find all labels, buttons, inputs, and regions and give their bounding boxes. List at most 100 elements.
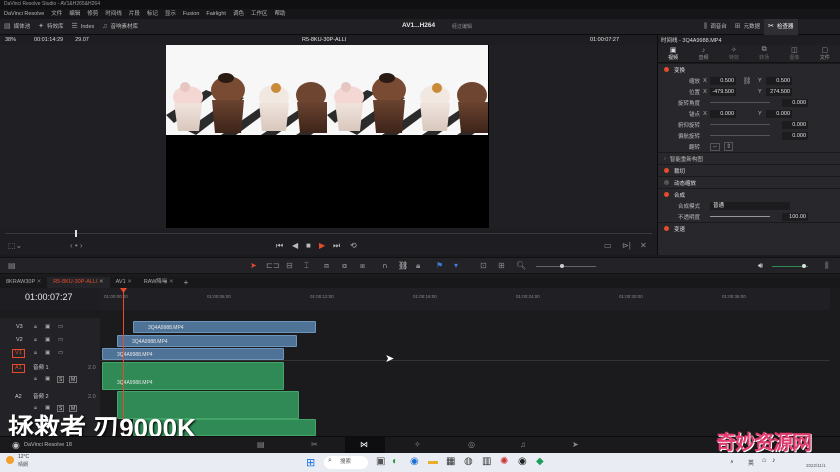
app-icon-3[interactable]: ✺	[500, 456, 508, 467]
speaker-icon[interactable]: ♪	[772, 457, 776, 464]
close-tab-icon[interactable]: ✕	[99, 279, 104, 285]
link-icon[interactable]: ⛓	[736, 77, 758, 85]
video-clip-v2[interactable]: 3Q4A9988.MP4	[117, 335, 297, 347]
edit-page-icon[interactable]: ⋈	[360, 440, 368, 449]
tray-chevron-icon[interactable]: ∧	[730, 459, 734, 465]
menu-item-file[interactable]: 文件	[51, 9, 62, 19]
rotation-slider[interactable]	[710, 102, 770, 103]
section-transform[interactable]: 变换	[658, 63, 840, 75]
ime-language[interactable]: 英	[748, 458, 754, 467]
tab-audio[interactable]: ♪ 音频	[698, 47, 708, 61]
menu-item-clip[interactable]: 片段	[129, 9, 140, 19]
menu-item-mark[interactable]: 标记	[147, 9, 158, 19]
lock-icon[interactable]: 🔒︎	[34, 321, 37, 334]
zoom-full-icon[interactable]: ⊡	[480, 261, 487, 270]
sound-library-button[interactable]: ♫ 音响素材库	[98, 19, 142, 35]
mixer-button[interactable]: ⫼ 调音台	[700, 19, 731, 35]
media-page-icon[interactable]: ▤	[257, 440, 265, 449]
color-page-icon[interactable]: ◎	[468, 440, 475, 449]
zoom-y-field[interactable]: 0.500	[766, 76, 792, 85]
opacity-field[interactable]: 100.00	[782, 212, 808, 221]
windows-start-icon[interactable]: ⊞	[306, 456, 315, 469]
weather-icon[interactable]	[6, 456, 14, 464]
menu-item-color[interactable]: 调色	[233, 9, 244, 19]
section-crop[interactable]: 裁切	[658, 164, 840, 176]
menu-item-fairlight[interactable]: Fairlight	[206, 9, 226, 19]
task-view-icon[interactable]: ▣	[376, 456, 385, 467]
menu-item-edit[interactable]: 编辑	[69, 9, 80, 19]
scrub-playhead[interactable]	[75, 230, 77, 237]
viewer-zoom[interactable]: 38%	[5, 35, 16, 45]
tab-video[interactable]: ▣ 视频	[668, 46, 678, 61]
go-to-start-icon[interactable]: ⏮	[276, 241, 283, 251]
position-y-field[interactable]: 274.500	[766, 87, 792, 96]
dynamic-zoom-enable-dot[interactable]	[664, 180, 669, 185]
audio-meter-icon[interactable]: ⫼	[825, 261, 829, 271]
go-to-end-icon[interactable]: ⏭	[333, 241, 340, 251]
timeline-tab-3[interactable]: AV1 ✕	[110, 277, 138, 288]
mute-button[interactable]: M	[69, 376, 78, 383]
viewer-scrub-bar[interactable]	[0, 229, 657, 239]
tab-file[interactable]: ▢ 文件	[820, 46, 830, 61]
zoom-detail-icon[interactable]: ⊞	[498, 261, 505, 270]
browser-icon[interactable]: ◐	[392, 456, 398, 467]
opacity-slider[interactable]	[710, 216, 770, 217]
auto-select-icon[interactable]: ▣	[45, 347, 50, 360]
marker-icon[interactable]: ▾	[454, 261, 458, 270]
transform-enable-dot[interactable]	[664, 67, 669, 72]
v1-destination[interactable]: V1	[12, 349, 25, 358]
close-tab-icon[interactable]: ✕	[37, 279, 42, 285]
fairlight-page-icon[interactable]: ♫	[520, 440, 526, 449]
flip-horizontal-icon[interactable]: ⇔	[710, 142, 720, 151]
flag-icon[interactable]: ⚑	[436, 261, 443, 270]
position-lock-icon[interactable]: 🔒︎	[416, 261, 420, 271]
viewer-options-icon[interactable]: ⬚⌄	[8, 241, 22, 250]
speed-enable-dot[interactable]	[664, 226, 669, 231]
timeline-zoom-slider[interactable]	[536, 266, 596, 267]
insert-clip-icon[interactable]: ⧈	[324, 261, 329, 271]
loop-icon[interactable]: ⟲	[350, 241, 357, 250]
a1-destination[interactable]: A1	[12, 364, 25, 373]
edge-icon[interactable]: ◉	[410, 456, 419, 467]
overwrite-clip-icon[interactable]: ⧇	[342, 261, 347, 271]
menu-item-app[interactable]: DaVinci Resolve	[4, 9, 44, 19]
track-enable-icon[interactable]: ▭	[58, 334, 63, 347]
composite-mode-select[interactable]: 普通	[710, 201, 790, 210]
video-clip-v3[interactable]: 3Q4A9988.MP4	[133, 321, 316, 333]
timeline-zoom-handle[interactable]	[560, 264, 564, 268]
menu-item-help[interactable]: 帮助	[274, 9, 285, 19]
viewer-clip-name[interactable]: R5-8KU-30P-ALLI	[302, 35, 346, 45]
solo-button[interactable]: S	[57, 376, 65, 383]
metadata-button[interactable]: ⊞ 元数据	[731, 19, 764, 35]
zoom-custom-icon[interactable]: 🔍︎	[516, 261, 526, 270]
audio-clip-a1[interactable]: 3Q4A9988.MP4	[102, 362, 284, 390]
pitch-slider[interactable]	[710, 124, 770, 125]
menu-item-view[interactable]: 显示	[165, 9, 176, 19]
timeline-tab-4[interactable]: RAW降噪 ✕	[138, 277, 180, 288]
section-composite[interactable]: 合成	[658, 188, 840, 200]
cut-page-icon[interactable]: ✂	[311, 440, 318, 449]
section-smart-reframe[interactable]: › 智能重新构图	[658, 152, 840, 164]
media-pool-button[interactable]: ▤ 媒体池	[0, 19, 34, 35]
rotation-field[interactable]: 0.000	[782, 98, 808, 107]
auto-select-icon[interactable]: ▣	[45, 321, 50, 334]
track-enable-icon[interactable]: ▭	[58, 321, 63, 334]
edit-index-button[interactable]: ☰ Index	[68, 19, 99, 35]
composite-enable-dot[interactable]	[664, 192, 669, 197]
flip-vertical-icon[interactable]: ⇕	[724, 142, 734, 151]
tab-transition[interactable]: ⧉ 转场	[759, 46, 769, 61]
auto-select-icon[interactable]: ▣	[45, 334, 50, 347]
linked-selection-icon[interactable]: ⛓	[398, 261, 408, 270]
add-timeline-tab-icon[interactable]: +	[180, 278, 193, 287]
pitch-field[interactable]: 0.000	[782, 120, 808, 129]
crop-enable-dot[interactable]	[664, 168, 669, 173]
jog-icon[interactable]: ‹ • ›	[70, 241, 83, 250]
blade-tool-icon[interactable]: ⌶	[304, 261, 309, 271]
volume-handle[interactable]	[802, 264, 806, 268]
app-icon-4[interactable]: ◆	[536, 456, 544, 467]
close-tab-icon[interactable]: ✕	[169, 279, 174, 285]
position-x-field[interactable]: -479.500	[710, 87, 736, 96]
section-dynamic-zoom[interactable]: 动态缩放	[658, 176, 840, 188]
inspector-button[interactable]: ✂ 检查器	[764, 19, 798, 35]
anchor-y-field[interactable]: 0.000	[766, 109, 792, 118]
